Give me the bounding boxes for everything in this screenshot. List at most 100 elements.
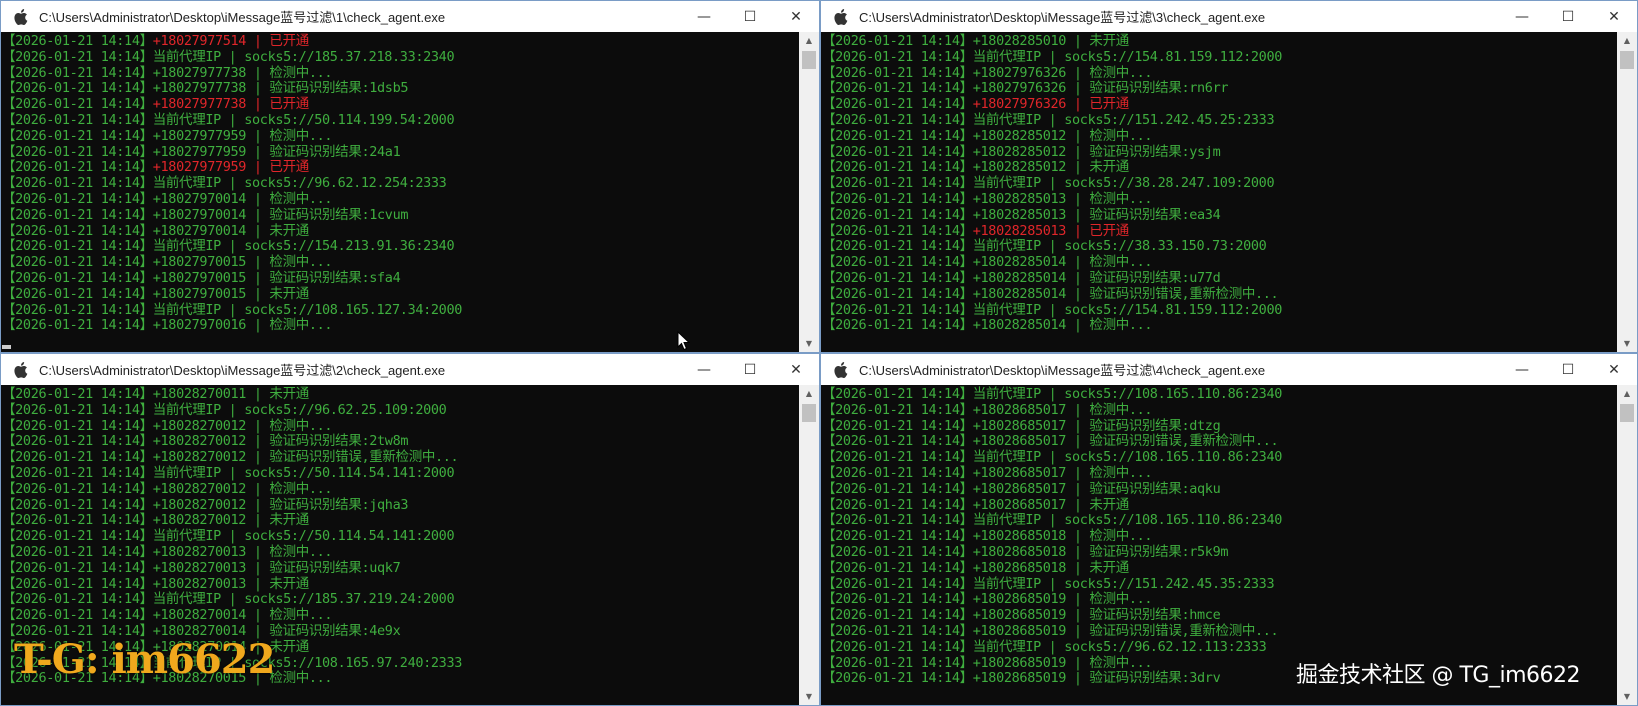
console-line: 【2026-01-21 14:14】+18028270012 | 验证码识别错误…: [1, 449, 799, 466]
log-message: +18028270012 | 检测中...: [152, 480, 333, 497]
log-timestamp: 【2026-01-21 14:14】: [2, 401, 153, 418]
minimize-icon[interactable]: —: [1499, 1, 1545, 32]
scrollbar-thumb[interactable]: [1620, 51, 1634, 69]
maximize-icon[interactable]: ☐: [727, 354, 773, 385]
maximize-icon[interactable]: ☐: [1545, 1, 1591, 32]
log-timestamp: 【2026-01-21 14:14】: [822, 417, 973, 434]
maximize-icon[interactable]: ☐: [1545, 354, 1591, 385]
log-timestamp: 【2026-01-21 14:14】: [822, 575, 973, 592]
log-timestamp: 【2026-01-21 14:14】: [822, 670, 973, 687]
minimize-icon[interactable]: —: [681, 1, 727, 32]
console-line: 【2026-01-21 14:14】+18028285010 | 未开通: [821, 33, 1617, 50]
close-icon[interactable]: ✕: [773, 354, 819, 385]
log-timestamp: 【2026-01-21 14:14】: [2, 543, 153, 560]
console-line: 【2026-01-21 14:14】+18028270012 | 检测中...: [1, 480, 799, 498]
close-icon[interactable]: ✕: [773, 1, 819, 32]
console-line: 【2026-01-21 14:14】当前代理IP | socks5://154.…: [1, 238, 799, 255]
log-timestamp: 【2026-01-21 14:14】: [822, 622, 973, 639]
scrollbar-thumb[interactable]: [802, 404, 816, 422]
log-message: 当前代理IP | socks5://108.165.110.86:2340: [972, 512, 1283, 529]
console-window-4[interactable]: C:\Users\Administrator\Desktop\iMessage蓝…: [820, 353, 1638, 706]
log-timestamp: 【2026-01-21 14:14】: [822, 33, 973, 49]
log-message: +18028685019 | 验证码识别错误,重新检测中...: [972, 622, 1279, 639]
log-timestamp: 【2026-01-21 14:14】: [2, 528, 153, 545]
console-window-1[interactable]: C:\Users\Administrator\Desktop\iMessage蓝…: [0, 0, 820, 353]
log-timestamp: 【2026-01-21 14:14】: [822, 638, 973, 655]
console-line: 【2026-01-21 14:14】+18028285012 | 未开通: [821, 159, 1617, 176]
log-message: +18028270012 | 未开通: [152, 512, 309, 529]
log-message: +18027970015 | 验证码识别结果:sfa4: [152, 269, 401, 286]
log-message: +18028685017 | 验证码识别结果:aqku: [972, 480, 1221, 497]
log-timestamp: 【2026-01-21 14:14】: [2, 386, 153, 402]
console-line: 【2026-01-21 14:14】+18027977738 | 检测中...: [1, 65, 799, 82]
log-timestamp: 【2026-01-21 14:14】: [2, 464, 153, 481]
log-timestamp: 【2026-01-21 14:14】: [822, 64, 973, 81]
console-line: 【2026-01-21 14:14】+18028270014 | 检测中...: [1, 607, 799, 624]
apple-icon: [834, 361, 848, 378]
console-line: 【2026-01-21 14:14】当前代理IP | socks5://50.1…: [1, 464, 799, 482]
title-bar[interactable]: C:\Users\Administrator\Desktop\iMessage蓝…: [821, 1, 1637, 32]
console-line: 【2026-01-21 14:14】+18027970014 | 验证码识别结果…: [1, 207, 799, 224]
title-bar[interactable]: C:\Users\Administrator\Desktop\iMessage蓝…: [1, 354, 819, 385]
vertical-scrollbar[interactable]: ▲ ▼: [1617, 385, 1637, 705]
console-line: 【2026-01-21 14:14】+18028285012 | 检测中...: [821, 127, 1617, 145]
scroll-up-arrow-icon[interactable]: ▲: [1617, 32, 1637, 49]
vertical-scrollbar[interactable]: ▲ ▼: [799, 385, 819, 705]
log-timestamp: 【2026-01-21 14:14】: [2, 222, 153, 239]
log-message: 当前代理IP | socks5://151.242.45.25:2333: [972, 111, 1275, 128]
log-message: +18028285014 | 验证码识别结果:u77d: [972, 269, 1221, 286]
log-message: 当前代理IP | socks5://108.165.127.34:2000: [152, 301, 463, 318]
minimize-icon[interactable]: —: [1499, 354, 1545, 385]
scroll-up-arrow-icon[interactable]: ▲: [1617, 385, 1637, 402]
log-timestamp: 【2026-01-21 14:14】: [822, 607, 973, 624]
scrollbar-thumb[interactable]: [1620, 404, 1634, 422]
log-message: +18028270012 | 验证码识别结果:jqha3: [152, 496, 409, 513]
log-message: 当前代理IP | socks5://108.165.110.86:2340: [972, 386, 1283, 402]
log-message: +18027970016 | 检测中...: [152, 317, 333, 334]
scroll-up-arrow-icon[interactable]: ▲: [799, 385, 819, 402]
close-icon[interactable]: ✕: [1591, 354, 1637, 385]
console-output: 【2026-01-21 14:14】+18027977514 | 已开通 【202…: [1, 32, 799, 352]
log-timestamp: 【2026-01-21 14:14】: [822, 386, 973, 402]
scrollbar-thumb[interactable]: [802, 51, 816, 69]
log-message: +18028685018 | 验证码识别结果:r5k9m: [972, 543, 1229, 560]
log-timestamp: 【2026-01-21 14:14】: [2, 238, 153, 255]
console-line: 【2026-01-21 14:14】当前代理IP | socks5://185.…: [1, 591, 799, 608]
minimize-icon[interactable]: —: [681, 354, 727, 385]
console-window-3[interactable]: C:\Users\Administrator\Desktop\iMessage蓝…: [820, 0, 1638, 353]
log-timestamp: 【2026-01-21 14:14】: [822, 464, 973, 481]
log-message: +18028270013 | 检测中...: [152, 543, 333, 560]
title-bar[interactable]: C:\Users\Administrator\Desktop\iMessage蓝…: [821, 354, 1637, 385]
console-line: 【2026-01-21 14:14】+18028270013 | 验证码识别结果…: [1, 560, 799, 577]
console-line: 【2026-01-21 14:14】当前代理IP | socks5://151.…: [821, 575, 1617, 593]
scroll-down-arrow-icon[interactable]: ▼: [799, 688, 819, 705]
vertical-scrollbar[interactable]: ▲ ▼: [799, 32, 819, 352]
console-line: 【2026-01-21 14:14】+18028685017 | 检测中...: [821, 464, 1617, 482]
log-timestamp: 【2026-01-21 14:14】: [2, 33, 153, 49]
log-message: +18027976326 | 检测中...: [972, 64, 1153, 81]
log-message: +18028285013 | 验证码识别结果:ea34: [972, 206, 1221, 223]
console-line: 【2026-01-21 14:14】+18028685019 | 验证码识别结果…: [821, 607, 1617, 624]
log-message: +18028270011 | 未开通: [152, 386, 309, 402]
log-timestamp: 【2026-01-21 14:14】: [822, 480, 973, 497]
console-line: 【2026-01-21 14:14】+18028270012 | 未开通: [1, 512, 799, 529]
scroll-down-arrow-icon[interactable]: ▼: [1617, 688, 1637, 705]
log-timestamp: 【2026-01-21 14:14】: [822, 127, 973, 144]
watermark-juejin: 掘金技术社区 @ TG_im6622: [1296, 663, 1581, 688]
scroll-down-arrow-icon[interactable]: ▼: [1617, 335, 1637, 352]
console-line: 【2026-01-21 14:14】+18028285014 | 检测中...: [821, 254, 1617, 271]
maximize-icon[interactable]: ☐: [727, 1, 773, 32]
scroll-down-arrow-icon[interactable]: ▼: [799, 335, 819, 352]
window-title: C:\Users\Administrator\Desktop\iMessage蓝…: [39, 363, 446, 378]
log-timestamp: 【2026-01-21 14:14】: [822, 301, 973, 318]
log-message: +18027970014 | 检测中...: [152, 190, 333, 207]
scroll-up-arrow-icon[interactable]: ▲: [799, 32, 819, 49]
log-timestamp: 【2026-01-21 14:14】: [2, 175, 153, 192]
log-timestamp: 【2026-01-21 14:14】: [822, 238, 973, 255]
log-timestamp: 【2026-01-21 14:14】: [822, 654, 973, 671]
title-bar[interactable]: C:\Users\Administrator\Desktop\iMessage蓝…: [1, 1, 819, 32]
log-timestamp: 【2026-01-21 14:14】: [2, 591, 153, 608]
console-line: 【2026-01-21 14:14】+18028270013 | 检测中...: [1, 543, 799, 561]
close-icon[interactable]: ✕: [1591, 1, 1637, 32]
vertical-scrollbar[interactable]: ▲ ▼: [1617, 32, 1637, 352]
